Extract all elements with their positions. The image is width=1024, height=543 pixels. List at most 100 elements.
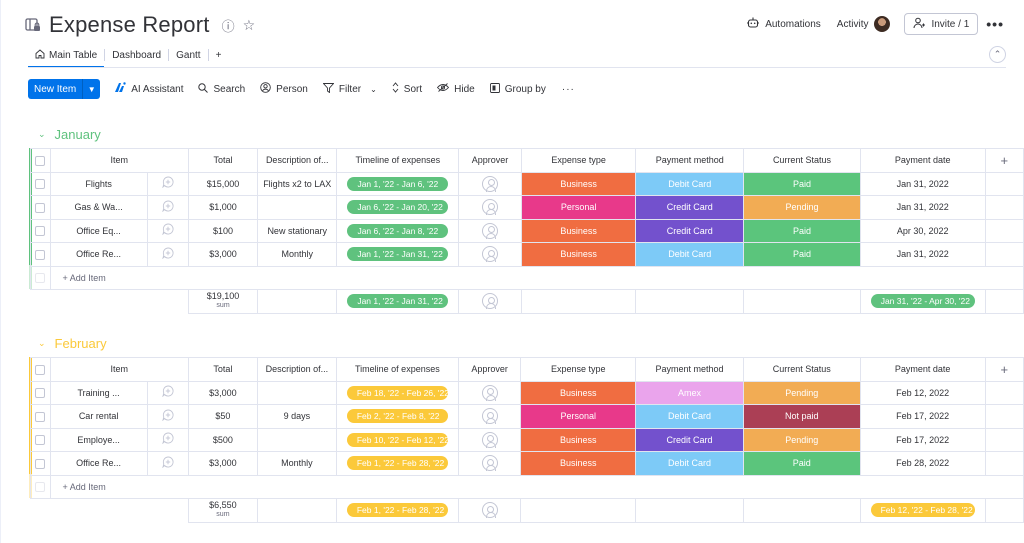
total-cell[interactable]: $1,000	[188, 195, 259, 220]
timeline-pill[interactable]: Feb 18, '22 - Feb 26, '22	[346, 385, 449, 400]
payment-date-cell[interactable]: Feb 17, 2022	[859, 427, 986, 452]
column-header-item[interactable]: Item	[49, 357, 190, 382]
payment-date-cell[interactable]: Feb 28, 2022	[859, 451, 986, 476]
updates-cell[interactable]	[146, 451, 190, 476]
row-checkbox[interactable]	[35, 435, 46, 446]
total-cell[interactable]: $500	[188, 427, 258, 452]
collapse-header-button[interactable]: ⌃	[989, 46, 1006, 63]
updates-cell[interactable]	[146, 171, 190, 196]
updates-cell[interactable]	[146, 427, 190, 452]
row-checkbox[interactable]	[35, 179, 46, 190]
timeline-pill[interactable]: Jan 1, '22 - Jan 31, '22	[347, 247, 449, 262]
timeline-pill[interactable]: Feb 10, '22 - Feb 12, '22	[346, 432, 449, 447]
payment-method-label[interactable]: Credit Card	[635, 427, 744, 452]
row-select-cell[interactable]	[30, 171, 51, 196]
chevron-down-icon[interactable]: ⌄	[370, 85, 377, 94]
select-all-checkbox[interactable]	[35, 364, 46, 375]
timeline-cell[interactable]: Jan 6, '22 - Jan 20, '22	[336, 195, 460, 220]
description-cell[interactable]: Monthly	[257, 242, 338, 267]
column-header-description[interactable]: Description of...	[257, 148, 338, 173]
item-name-cell[interactable]: Training ...	[49, 380, 148, 405]
add-item-input[interactable]: + Add Item	[49, 265, 1024, 290]
approver-cell[interactable]	[457, 404, 522, 429]
status-label[interactable]: Paid	[743, 218, 861, 243]
payment-date-cell[interactable]: Jan 31, 2022	[859, 171, 986, 196]
item-name-cell[interactable]: Car rental	[49, 404, 148, 429]
timeline-pill[interactable]: Jan 6, '22 - Jan 8, '22	[347, 223, 449, 238]
column-header-timeline[interactable]: Timeline of expenses	[336, 148, 460, 173]
row-checkbox[interactable]	[35, 249, 46, 260]
expense-type-label[interactable]: Business	[520, 242, 637, 267]
column-header-expense-type[interactable]: Expense type	[520, 357, 637, 382]
row-select-cell[interactable]	[30, 404, 51, 429]
search-button[interactable]: Search	[198, 82, 245, 96]
item-name-cell[interactable]: Gas & Wa...	[49, 195, 148, 220]
updates-cell[interactable]	[146, 218, 190, 243]
payment-method-label[interactable]: Credit Card	[635, 195, 745, 220]
sort-button[interactable]: Sort	[392, 82, 422, 96]
select-all-checkbox[interactable]	[35, 155, 46, 166]
payment-date-cell[interactable]: Feb 12, 2022	[859, 380, 986, 405]
description-cell[interactable]: Monthly	[256, 451, 337, 476]
item-name-cell[interactable]: Office Re...	[49, 451, 148, 476]
timeline-pill[interactable]: Feb 2, '22 - Feb 8, '22	[346, 409, 448, 424]
add-update-icon[interactable]	[161, 456, 174, 471]
description-cell[interactable]: New stationary	[257, 218, 338, 243]
column-header-total[interactable]: Total	[188, 357, 258, 382]
payment-date-cell[interactable]: Jan 31, 2022	[859, 195, 986, 220]
column-header-approver[interactable]: Approver	[458, 148, 522, 173]
item-name-cell[interactable]: Employe...	[49, 427, 148, 452]
row-select-cell[interactable]	[30, 380, 51, 405]
expense-type-label[interactable]: Business	[520, 380, 637, 405]
add-column-button[interactable]: +	[984, 357, 1024, 382]
add-update-icon[interactable]	[162, 200, 174, 215]
description-cell[interactable]	[256, 380, 337, 405]
column-header-approver[interactable]: Approver	[457, 357, 522, 382]
star-icon[interactable]: ☆	[243, 17, 256, 34]
add-view-button[interactable]: +	[209, 44, 229, 66]
approver-cell[interactable]	[458, 171, 522, 196]
description-cell[interactable]	[256, 427, 337, 452]
tab-gantt[interactable]: Gantt	[169, 44, 207, 66]
automations-button[interactable]: Automations	[739, 12, 829, 36]
more-toolbar-button[interactable]: ···	[562, 84, 575, 95]
row-checkbox[interactable]	[35, 388, 46, 399]
approver-cell[interactable]	[457, 427, 522, 452]
description-cell[interactable]: Flights x2 to LAX	[257, 171, 338, 196]
payment-method-label[interactable]: Debit Card	[635, 451, 744, 476]
select-all-cell[interactable]	[30, 148, 51, 173]
row-select-cell[interactable]	[30, 218, 51, 243]
timeline-cell[interactable]: Feb 2, '22 - Feb 8, '22	[335, 404, 459, 429]
payment-date-cell[interactable]: Jan 31, 2022	[859, 242, 986, 267]
invite-button[interactable]: Invite / 1	[904, 13, 979, 35]
column-header-item[interactable]: Item	[49, 148, 190, 173]
column-header-payment-method[interactable]: Payment method	[635, 148, 745, 173]
column-header-payment-method[interactable]: Payment method	[635, 357, 744, 382]
add-update-icon[interactable]	[162, 247, 174, 262]
payment-method-label[interactable]: Debit Card	[635, 171, 745, 196]
group-title-february[interactable]: ⌄ February	[38, 336, 107, 351]
total-cell[interactable]: $3,000	[188, 242, 259, 267]
timeline-cell[interactable]: Jan 6, '22 - Jan 8, '22	[336, 218, 460, 243]
status-label[interactable]: Not paid	[742, 404, 861, 429]
column-header-total[interactable]: Total	[188, 148, 259, 173]
expense-type-label[interactable]: Business	[520, 171, 637, 196]
row-select-cell[interactable]	[30, 242, 51, 267]
add-update-icon[interactable]	[161, 385, 174, 400]
hide-button[interactable]: Hide	[437, 83, 475, 95]
updates-cell[interactable]	[146, 380, 190, 405]
chevron-down-icon[interactable]: ⌄	[38, 338, 46, 349]
person-placeholder-icon[interactable]	[482, 175, 499, 192]
expense-type-label[interactable]: Personal	[520, 404, 637, 429]
row-select-cell[interactable]	[30, 195, 51, 220]
total-cell[interactable]: $50	[188, 404, 258, 429]
activity-button[interactable]: Activity	[829, 12, 899, 36]
person-placeholder-icon[interactable]	[481, 455, 498, 472]
approver-cell[interactable]	[458, 218, 522, 243]
more-options-icon[interactable]: •••	[986, 16, 1004, 32]
total-cell[interactable]: $3,000	[188, 380, 258, 405]
timeline-cell[interactable]: Jan 1, '22 - Jan 6, '22	[336, 171, 460, 196]
status-label[interactable]: Pending	[743, 195, 861, 220]
person-filter-button[interactable]: Person	[260, 82, 308, 96]
timeline-pill[interactable]: Feb 1, '22 - Feb 28, '22	[346, 456, 448, 471]
